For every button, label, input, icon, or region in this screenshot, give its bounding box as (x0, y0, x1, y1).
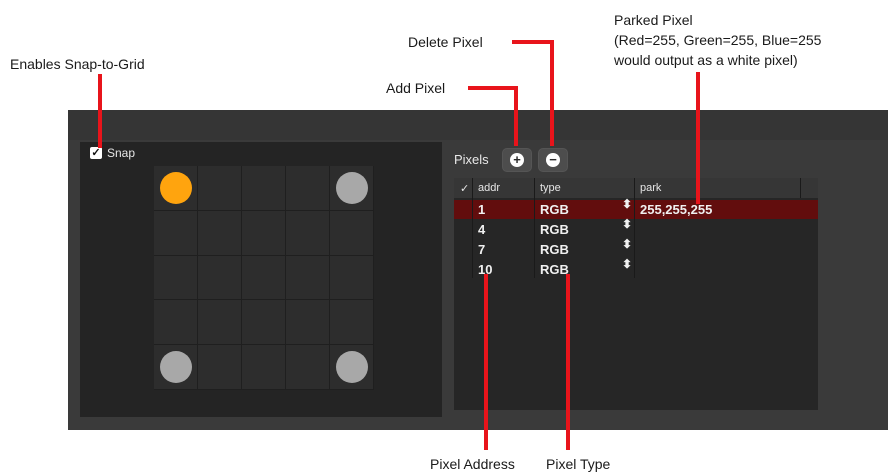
grid-cell[interactable] (154, 255, 198, 301)
delete-pixel-button[interactable]: − (538, 148, 568, 172)
pixels-table: ✓ addr type park 1 RGB ⬍ 255,255,255 4 R… (454, 178, 818, 410)
pixels-label: Pixels (454, 152, 489, 167)
table-header: ✓ addr type park (454, 178, 818, 198)
pixel-type-cell[interactable]: RGB (540, 202, 569, 217)
grid-cell[interactable] (198, 255, 242, 301)
grid-cell[interactable] (330, 255, 374, 301)
column-header-addr[interactable]: addr (478, 182, 500, 194)
callout-line-delete-pixel (550, 40, 554, 146)
snap-checkbox[interactable]: ✓ (90, 147, 102, 159)
grid-cell[interactable] (242, 210, 286, 256)
grid-cell[interactable] (330, 345, 374, 390)
grid-cell[interactable] (198, 210, 242, 256)
column-header-type[interactable]: type (540, 182, 561, 194)
grid-cell[interactable] (286, 166, 330, 211)
type-stepper-icon[interactable]: ⬍ (622, 218, 632, 230)
grid-cell[interactable] (154, 345, 198, 390)
grid-cell[interactable] (198, 345, 242, 390)
pixel-dot[interactable] (160, 172, 192, 204)
callout-parked-line3: would output as a white pixel) (614, 52, 798, 68)
callout-line-add-pixel (514, 86, 518, 146)
pixel-address-cell[interactable]: 4 (478, 222, 485, 237)
grid-cell[interactable] (198, 300, 242, 346)
grid-cell[interactable] (286, 210, 330, 256)
pixel-grid[interactable] (154, 166, 374, 390)
callout-pixel-type: Pixel Type (546, 456, 611, 472)
pixel-address-cell[interactable]: 1 (478, 202, 485, 217)
pixel-address-cell[interactable]: 7 (478, 242, 485, 257)
callout-add-pixel: Add Pixel (386, 80, 446, 96)
column-header-park[interactable]: park (640, 182, 661, 194)
callout-line-add-pixel (468, 86, 518, 90)
table-row[interactable]: 7 RGB ⬍ (454, 238, 818, 259)
type-stepper-icon[interactable]: ⬍ (622, 198, 632, 210)
grid-cell[interactable] (242, 255, 286, 301)
plus-circle-icon: + (510, 153, 524, 167)
pixel-type-cell[interactable]: RGB (540, 222, 569, 237)
type-stepper-icon[interactable]: ⬍ (622, 238, 632, 250)
grid-cell[interactable] (242, 300, 286, 346)
snap-label: Snap (107, 146, 136, 160)
grid-cell[interactable] (330, 166, 374, 211)
grid-cell[interactable] (242, 166, 286, 211)
callout-line-delete-pixel (512, 40, 554, 44)
callout-snap: Enables Snap-to-Grid (10, 56, 145, 72)
panel-toolbar (68, 110, 888, 140)
callout-line-parked (696, 72, 700, 204)
add-pixel-button[interactable]: + (502, 148, 532, 172)
callout-pixel-address: Pixel Address (430, 456, 515, 472)
grid-cell[interactable] (286, 255, 330, 301)
table-row[interactable]: 1 RGB ⬍ 255,255,255 (454, 198, 818, 219)
pixel-dot[interactable] (336, 172, 368, 204)
column-divider (472, 178, 473, 278)
callout-line-snap (98, 74, 102, 148)
minus-circle-icon: − (546, 153, 560, 167)
table-row[interactable]: 4 RGB ⬍ (454, 218, 818, 239)
callout-line-pixel-address (484, 274, 488, 450)
column-divider (534, 178, 535, 278)
callout-delete-pixel: Delete Pixel (408, 34, 483, 50)
grid-cell[interactable] (286, 300, 330, 346)
pixel-dot[interactable] (336, 351, 368, 384)
grid-cell[interactable] (154, 300, 198, 346)
grid-cell[interactable] (154, 166, 198, 211)
grid-cell[interactable] (286, 345, 330, 390)
callout-parked-line1: Parked Pixel (614, 12, 693, 28)
grid-cell[interactable] (154, 210, 198, 256)
park-value-cell[interactable]: 255,255,255 (640, 202, 712, 217)
type-stepper-icon[interactable]: ⬍ (622, 258, 632, 270)
callout-line-pixel-type (566, 274, 570, 450)
pixel-type-cell[interactable]: RGB (540, 242, 569, 257)
grid-cell[interactable] (242, 345, 286, 390)
column-divider (800, 178, 801, 198)
pixel-type-cell[interactable]: RGB (540, 262, 569, 277)
pixel-dot[interactable] (160, 351, 192, 384)
table-row[interactable]: 10 RGB ⬍ (454, 258, 818, 279)
snap-toggle[interactable]: ✓ Snap (90, 146, 135, 160)
grid-cell[interactable] (198, 166, 242, 211)
grid-cell[interactable] (330, 300, 374, 346)
column-header-check[interactable]: ✓ (460, 182, 469, 195)
callout-parked-line2: (Red=255, Green=255, Blue=255 (614, 32, 822, 48)
column-divider (634, 178, 635, 278)
grid-cell[interactable] (330, 210, 374, 256)
